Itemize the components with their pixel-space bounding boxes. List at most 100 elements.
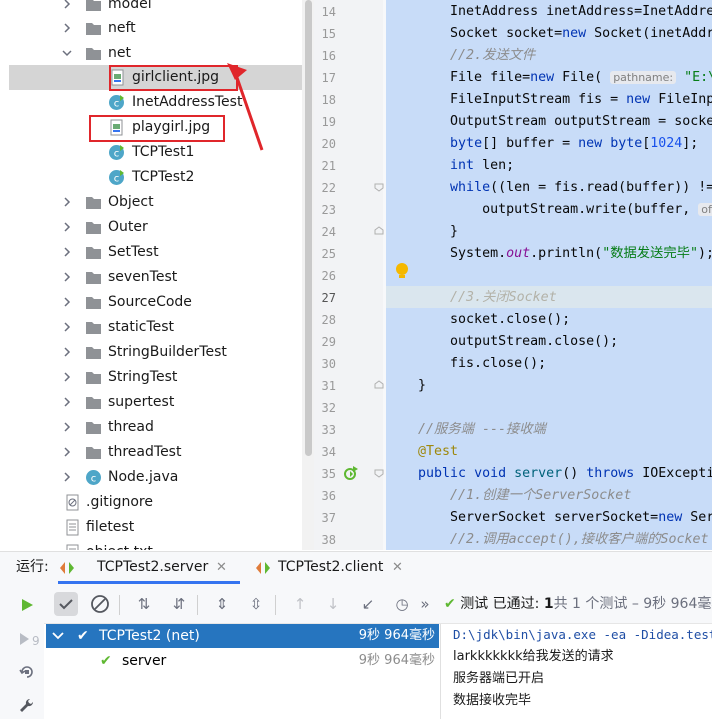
console-line: D:\jdk\bin\java.exe -ea -Didea.test (453, 627, 712, 642)
fold-icon[interactable] (374, 226, 384, 236)
import-icon[interactable]: ↙ (355, 591, 381, 617)
code-line[interactable]: } (386, 221, 458, 243)
fold-icon[interactable] (374, 468, 384, 478)
code-line[interactable]: //服务端 ---接收端 (386, 419, 546, 441)
sort-alpha-icon[interactable]: ⇅ (131, 591, 157, 617)
line-number: 38 (321, 533, 336, 547)
line-number: 29 (321, 335, 336, 349)
line-number: 26 (321, 269, 336, 283)
line-number: 23 (321, 203, 336, 217)
result-label: server (122, 653, 167, 669)
console-output[interactable]: D:\jdk\bin\java.exe -ea -Didea.test lark… (440, 624, 712, 719)
line-number: 30 (321, 357, 336, 371)
line-number: 31 (321, 379, 336, 393)
result-time: 9秒 964毫秒 (358, 653, 435, 668)
rerun-failed-icon[interactable]: 9 (17, 629, 39, 649)
line-number: 20 (321, 137, 336, 151)
checkmark-icon[interactable] (53, 591, 79, 617)
code-line[interactable]: int len; (386, 155, 514, 177)
code-editor[interactable]: InetAddress inetAddress=InetAddress. Soc… (386, 0, 712, 550)
test-results-tree: ✔ TCPTest2 (net) 9秒 964毫秒 ✔ server 9秒 96… (46, 624, 439, 719)
pass-check-icon: ✔ (444, 596, 456, 612)
run-sidebar: 9 (0, 585, 44, 719)
result-row-tcptest2[interactable]: ✔ TCPTest2 (net) 9秒 964毫秒 (46, 624, 439, 648)
tab-label: TCPTest2.server (97, 559, 209, 575)
line-number: 22 (321, 181, 336, 195)
code-line[interactable]: ServerSocket serverSocket=new Serve (386, 507, 712, 529)
sort-duration-icon[interactable]: ⇵ (166, 591, 192, 617)
rerun-icon[interactable] (19, 597, 35, 613)
line-number: 17 (321, 71, 336, 85)
line-number: 28 (321, 313, 336, 327)
line-number: 18 (321, 93, 336, 107)
run-test-icon[interactable] (343, 465, 359, 481)
ide-top-area: model neft net girlclient.jpg c InetAddr… (0, 0, 712, 550)
svg-text:9: 9 (32, 634, 39, 648)
line-number: 15 (321, 27, 336, 41)
code-line[interactable]: @Test (386, 441, 458, 463)
close-icon[interactable]: ✕ (216, 552, 227, 583)
run-tab-bar: 运行: TCPTest2.server ✕ TCPTest2.client ✕ (0, 551, 712, 585)
lightbulb-icon[interactable] (394, 262, 410, 280)
code-line[interactable]: } (386, 375, 426, 397)
toggle-auto-test-icon[interactable] (18, 663, 36, 681)
fold-icon[interactable] (374, 380, 384, 390)
code-line[interactable]: OutputStream outputStream = socket.ge (386, 111, 712, 133)
active-tab-indicator (58, 581, 240, 584)
console-line: larkkkkkkk给我发送的请求 (453, 649, 614, 664)
code-line[interactable]: while((len = fis.read(buffer)) != (386, 177, 712, 199)
line-number: 19 (321, 115, 336, 129)
line-number: 37 (321, 511, 336, 525)
line-number: 27 (321, 291, 336, 305)
result-label: TCPTest2 (net) (99, 628, 200, 644)
arrow-down-icon[interactable]: ↓ (320, 591, 346, 617)
history-icon[interactable]: ◷ (389, 591, 415, 617)
code-line[interactable]: //2.发送文件 (386, 45, 535, 67)
line-number: 16 (321, 49, 336, 63)
console-line: 数据接收完毕 (453, 693, 532, 708)
status-prefix: 测试 已通过: (460, 596, 540, 612)
test-status: ✔ 测试 已通过: 1共 1 个测试 – 9秒 964毫秒 (444, 585, 712, 623)
close-icon[interactable]: ✕ (392, 552, 403, 583)
code-line[interactable]: fis.close(); (386, 353, 546, 375)
line-number: 32 (321, 401, 336, 415)
chevron-down-icon[interactable] (52, 631, 64, 641)
run-config-icon (256, 562, 270, 574)
line-number: 33 (321, 423, 336, 437)
console-line: 服务器端已开启 (453, 671, 545, 686)
line-number: 21 (321, 159, 336, 173)
arrow-up-icon[interactable]: ↑ (287, 591, 313, 617)
expand-all-icon[interactable]: ⇕ (209, 591, 235, 617)
fold-icon[interactable] (374, 182, 384, 192)
code-line[interactable]: System.out.println("数据发送完毕"); (386, 243, 712, 265)
line-number: 35 (321, 467, 336, 481)
collapse-all-icon[interactable]: ⇳ (243, 591, 269, 617)
code-line[interactable]: outputStream.close(); (386, 331, 618, 353)
result-time: 9秒 964毫秒 (358, 628, 435, 643)
code-line[interactable]: FileInputStream fis = new FileInputStr (386, 89, 712, 111)
pass-check-icon: ✔ (100, 653, 112, 669)
line-number: 25 (321, 247, 336, 261)
code-line[interactable]: //1.创建一个ServerSocket (386, 485, 631, 507)
tab-label: TCPTest2.client (278, 559, 384, 575)
code-line[interactable]: byte[] buffer = new byte[1024]; (386, 133, 698, 155)
line-number: 36 (321, 489, 336, 503)
code-line[interactable]: socket.close(); (386, 309, 570, 331)
code-line[interactable]: Socket socket=new Socket(inetAddress (386, 23, 712, 45)
code-line[interactable]: public void server() throws IOExceptio (386, 463, 712, 485)
wrench-icon[interactable] (18, 697, 36, 715)
code-line[interactable]: outputStream.write(buffer, off (386, 199, 712, 221)
run-label: 运行: (16, 559, 49, 575)
line-number: 14 (321, 5, 336, 19)
more-icon[interactable]: » (416, 591, 434, 617)
code-line[interactable]: File file=new File( pathname: "E:\\ (386, 67, 712, 89)
run-config-icon (60, 562, 74, 574)
code-line[interactable]: //2.调用accept(),接收客户端的Socket (386, 529, 708, 550)
pass-check-icon: ✔ (77, 628, 89, 644)
result-row-server[interactable]: ✔ server 9秒 964毫秒 (46, 649, 439, 673)
current-line-highlight (386, 286, 712, 308)
run-toolbar: ⇅ ⇵ ⇕ ⇳ ↑ ↓ ↙ ◷ » ✔ 测试 已通过: 1共 1 个测试 – 9… (0, 585, 712, 624)
line-number: 34 (321, 445, 336, 459)
code-line[interactable]: InetAddress inetAddress=InetAddress. (386, 1, 712, 23)
stop-circle-icon[interactable] (87, 591, 113, 617)
